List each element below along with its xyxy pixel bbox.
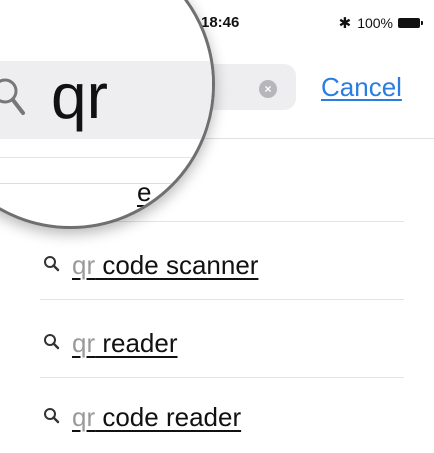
search-screen: 18:46 ✱ 100% × Cancel qr code scanner qr… (0, 0, 434, 453)
row-divider (40, 299, 404, 300)
magnifier-lens: qr e (0, 0, 215, 229)
suggestion-prefix: qr (72, 401, 96, 432)
suggestion-label: qr code scanner (72, 250, 258, 281)
bluetooth-icon: ✱ (338, 15, 352, 32)
row-divider (0, 157, 212, 158)
suggestion-completion: code reader (95, 401, 242, 432)
suggestion-prefix: qr (72, 327, 96, 358)
search-icon (44, 334, 60, 350)
suggestion-prefix: qr (72, 249, 96, 280)
suggestion-label: qr reader (72, 328, 178, 359)
cancel-button[interactable]: Cancel (321, 72, 402, 103)
partial-suggestion-text: e (137, 177, 152, 207)
battery-icon (398, 18, 423, 28)
suggestion-qr-reader[interactable]: qr reader (40, 318, 400, 368)
status-time: 18:46 (201, 14, 240, 31)
search-icon (44, 256, 60, 272)
search-icon (0, 78, 25, 115)
suggestion-qr-code-reader[interactable]: qr code reader (40, 392, 400, 442)
suggestion-qr-code-scanner[interactable]: qr code scanner (40, 240, 400, 290)
battery-percent: 100% (357, 15, 393, 31)
search-icon (44, 408, 60, 424)
row-divider (40, 377, 404, 378)
suggestion-completion: code scanner (95, 249, 259, 280)
clear-icon[interactable]: × (259, 80, 277, 98)
row-divider (0, 183, 212, 184)
search-query-text: qr (51, 60, 108, 132)
suggestion-completion: reader (95, 327, 178, 358)
suggestion-label: qr code reader (72, 402, 241, 433)
status-indicators: ✱ 100% (338, 14, 423, 32)
